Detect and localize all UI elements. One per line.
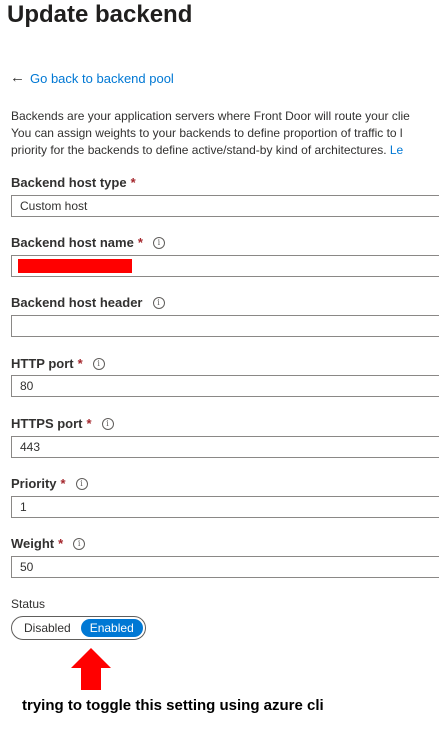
backend-host-name-label: Backend host name * i — [11, 235, 165, 250]
status-option-disabled[interactable]: Disabled — [14, 619, 81, 637]
description-line-3-text: priority for the backends to define acti… — [11, 143, 390, 157]
info-icon[interactable]: i — [75, 477, 88, 490]
https-port-label-text: HTTPS port — [11, 416, 83, 431]
http-port-input[interactable]: 80 — [11, 375, 439, 397]
backend-host-type-label: Backend host type * — [11, 175, 136, 190]
priority-input[interactable]: 1 — [11, 496, 439, 518]
https-port-value: 443 — [20, 440, 41, 454]
description-line-1: Backends are your application servers wh… — [11, 109, 410, 123]
status-label: Status — [11, 597, 45, 611]
https-port-label: HTTPS port * i — [11, 416, 114, 431]
description-line-3: priority for the backends to define acti… — [11, 142, 410, 159]
page-title: Update backend — [7, 1, 193, 28]
backend-host-type-label-text: Backend host type — [11, 175, 127, 190]
redaction-block — [18, 259, 132, 273]
http-port-value: 80 — [20, 379, 34, 393]
required-marker: * — [86, 416, 92, 431]
weight-input[interactable]: 50 — [11, 556, 439, 578]
info-icon[interactable]: i — [101, 417, 114, 430]
backend-host-header-input[interactable] — [11, 315, 439, 337]
https-port-input[interactable]: 443 — [11, 436, 439, 458]
description: Backends are your application servers wh… — [11, 108, 410, 159]
weight-label: Weight * i — [11, 536, 86, 551]
priority-label: Priority * i — [11, 476, 88, 491]
priority-label-text: Priority — [11, 476, 57, 491]
description-line-2: You can assign weights to your backends … — [11, 126, 403, 140]
weight-value: 50 — [20, 560, 34, 574]
update-backend-panel: Update backend ← Go back to backend pool… — [0, 0, 439, 745]
weight-label-text: Weight — [11, 536, 55, 551]
back-link-label: Go back to backend pool — [30, 70, 174, 86]
backend-host-type-value: Custom host — [20, 199, 88, 213]
info-icon[interactable]: i — [73, 537, 86, 550]
required-marker: * — [77, 356, 83, 371]
required-marker: * — [58, 536, 64, 551]
required-marker: * — [130, 175, 136, 190]
back-to-backend-pool-link[interactable]: ← Go back to backend pool — [10, 70, 174, 86]
info-icon[interactable]: i — [92, 357, 105, 370]
required-marker: * — [60, 476, 66, 491]
info-icon[interactable]: i — [152, 236, 165, 249]
backend-host-type-select[interactable]: Custom host — [11, 195, 439, 217]
annotation-caption: trying to toggle this setting using azur… — [22, 697, 324, 714]
learn-more-link[interactable]: Le — [390, 143, 403, 157]
red-arrow-up-icon — [71, 648, 111, 690]
backend-host-header-label-text: Backend host header — [11, 295, 143, 310]
required-marker: * — [137, 235, 143, 250]
http-port-label: HTTP port * i — [11, 356, 105, 371]
back-arrow-icon: ← — [10, 69, 25, 86]
backend-host-name-label-text: Backend host name — [11, 235, 134, 250]
status-label-text: Status — [11, 597, 46, 611]
status-option-enabled[interactable]: Enabled — [80, 619, 143, 637]
backend-host-name-input[interactable] — [11, 255, 439, 277]
http-port-label-text: HTTP port — [11, 356, 74, 371]
info-icon[interactable]: i — [152, 296, 165, 309]
backend-host-header-label: Backend host header i — [11, 295, 165, 310]
priority-value: 1 — [20, 500, 27, 514]
status-toggle[interactable]: Disabled Enabled — [11, 616, 146, 640]
